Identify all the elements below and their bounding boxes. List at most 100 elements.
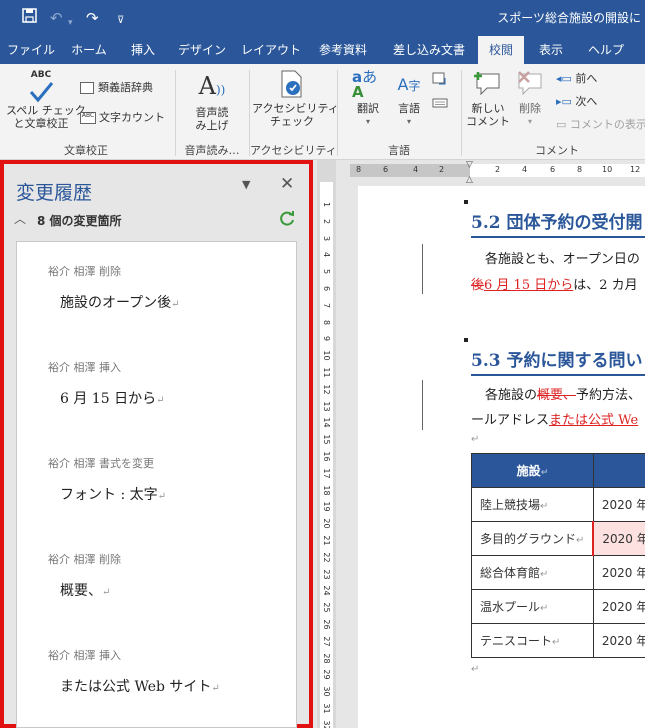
paragraph-mark-icon: ↵ <box>156 395 165 406</box>
ruler-number: 8 <box>322 319 331 325</box>
tab-layout[interactable]: レイアウト <box>240 36 302 64</box>
accessibility-icon <box>252 70 332 102</box>
ruler-number: 29 <box>322 669 331 680</box>
ruler-number: 10 <box>322 350 331 361</box>
translate-icon: aあ A <box>352 68 378 101</box>
read-aloud-icon: A)) <box>198 72 226 100</box>
ruler-number: 15 <box>322 434 331 445</box>
ruler-number: 6 <box>322 285 331 292</box>
revision-author-action: 裕介 相澤 挿入 <box>48 361 121 374</box>
indent-marker-icon[interactable]: ▽ <box>466 160 473 170</box>
ruler-number: 8 <box>577 165 583 174</box>
ruler-number: 3 <box>322 235 331 241</box>
ruler-number: 12 <box>630 165 641 174</box>
read-aloud-label-2: み上げ <box>195 119 229 132</box>
thesaurus-button[interactable]: 類義語辞典 <box>80 81 153 95</box>
next-comment-button[interactable]: ▸▭ 次へ <box>556 95 597 109</box>
ruler-number: 7 <box>322 302 331 308</box>
translate-button[interactable]: aあ A 翻訳 ▾ <box>348 70 388 128</box>
revision-item[interactable]: 裕介 相澤 削除 施設のオープン後↵ <box>17 263 296 351</box>
ruler-number: 31 <box>322 703 331 714</box>
hanging-indent-icon[interactable]: △ <box>466 175 473 185</box>
tab-review[interactable]: 校閲 <box>478 36 524 64</box>
document-page[interactable]: 5.2 団体予約の受付開 各施設とも、オープン日の 後6 月 15 日からは、2… <box>358 186 645 728</box>
read-aloud-button[interactable]: A)) 音声読 み上げ <box>184 70 240 132</box>
table-cell[interactable]: 温水プール↵ <box>471 589 594 624</box>
table-header-cell: 施設↵ <box>471 453 594 488</box>
accessibility-check-button[interactable]: アクセシビリティ チェック <box>252 70 339 128</box>
table-row[interactable]: テニスコート↵ 2020 年 <box>471 623 645 658</box>
paragraph-mark-icon: ↵ <box>211 683 220 694</box>
customize-toolbar-icon[interactable]: ⊽ <box>117 11 124 31</box>
revision-text: 施設のオープン後↵ <box>60 295 180 311</box>
revision-item[interactable]: 裕介 相澤 挿入 または公式 Web サイト↵ <box>17 647 296 727</box>
tab-home[interactable]: ホーム <box>62 36 116 64</box>
tab-view[interactable]: 表示 <box>528 36 574 64</box>
thesaurus-label: 類義語辞典 <box>98 81 153 94</box>
revision-count: 8 個の変更箇所 <box>37 214 122 228</box>
undo-icon[interactable]: ↶ <box>50 8 63 28</box>
revision-item[interactable]: 裕介 相澤 書式を変更 フォント : 太字↵ <box>17 455 296 543</box>
ruler-number: 8 <box>356 165 362 174</box>
paragraph-mark-icon: ↵ <box>102 587 111 598</box>
save-icon[interactable] <box>22 8 37 28</box>
table-cell[interactable]: 2020 年 <box>592 487 645 522</box>
ruler-number: 30 <box>322 686 331 697</box>
table-row[interactable]: 総合体育館↵ 2020 年 <box>471 555 645 590</box>
table-row[interactable]: 陸上競技場↵ 2020 年 <box>471 487 645 522</box>
tab-design[interactable]: デザイン <box>172 36 232 64</box>
previous-comment-button[interactable]: ◂▭ 前へ <box>556 72 597 86</box>
tab-file[interactable]: ファイル <box>4 36 58 64</box>
table-cell[interactable]: 2020 年 <box>592 623 645 658</box>
table-header-row: 施設↵ <box>471 453 645 488</box>
pane-options-icon[interactable]: ▼ <box>242 178 250 191</box>
keyboard-icon[interactable] <box>432 94 448 113</box>
group-comments-label: コメント <box>535 144 579 157</box>
revision-item[interactable]: 裕介 相澤 削除 概要、↵ <box>17 551 296 639</box>
deleted-text: 後 <box>471 278 485 293</box>
facility-table[interactable]: 施設↵ 陸上競技場↵ 2020 年 多目的グラウンド↵ 2020 年 総合体育館… <box>471 453 645 658</box>
table-cell[interactable]: 総合体育館↵ <box>471 555 594 590</box>
new-comment-button[interactable]: 新しい コメント <box>466 70 510 128</box>
collapse-icon[interactable]: ︿ <box>14 210 26 227</box>
table-cell[interactable]: テニスコート↵ <box>471 623 594 658</box>
inserted-text: 6 月 15 日から <box>484 278 574 293</box>
new-comment-icon <box>466 70 510 102</box>
ruler-number: 23 <box>322 569 331 580</box>
read-aloud-label-1: 音声読 <box>195 106 229 119</box>
ruler-number: 19 <box>322 501 331 512</box>
close-icon[interactable]: ✕ <box>280 174 294 194</box>
word-count-button[interactable]: ABC 文字カウント <box>80 111 165 125</box>
table-cell[interactable]: 陸上競技場↵ <box>471 487 594 522</box>
ruler-number: 6 <box>383 165 389 174</box>
word-count-label: 文字カウント <box>99 111 165 124</box>
table-cell[interactable]: 多目的グラウンド↵ <box>471 521 594 556</box>
show-comments-button[interactable]: ▭ コメントの表示 <box>556 118 645 132</box>
tab-references[interactable]: 参考資料 <box>312 36 374 64</box>
refresh-icon[interactable] <box>278 209 296 231</box>
group-proofing-label: 文章校正 <box>64 144 108 157</box>
redo-icon[interactable]: ↷ <box>86 8 99 28</box>
tab-mailings[interactable]: 差し込み文書 <box>386 36 472 64</box>
revision-item[interactable]: 裕介 相澤 挿入 6 月 15 日から↵ <box>17 359 296 447</box>
previous-label: 前へ <box>575 72 598 85</box>
delete-comment-button[interactable]: 削除 ▾ <box>512 70 548 128</box>
table-cell[interactable]: 2020 年 <box>592 555 645 590</box>
previous-comment-icon: ◂▭ <box>556 72 572 85</box>
checkmark-icon <box>6 80 76 104</box>
undo-dropdown-icon[interactable]: ▾ <box>68 13 73 33</box>
table-row[interactable]: 温水プール↵ 2020 年 <box>471 589 645 624</box>
table-cell[interactable]: 2020 年 <box>592 589 645 624</box>
ribbon-tabs: ファイル ホーム 挿入 デザイン レイアウト 参考資料 差し込み文書 校閲 表示… <box>0 36 645 64</box>
tab-insert[interactable]: 挿入 <box>120 36 166 64</box>
revision-list[interactable]: 裕介 相澤 削除 施設のオープン後↵ 裕介 相澤 挿入 6 月 15 日から↵ … <box>16 241 297 728</box>
language-button[interactable]: A字 言語 ▾ <box>390 70 428 128</box>
body-text: ールアドレスまたは公式 We <box>471 413 639 428</box>
table-row[interactable]: 多目的グラウンド↵ 2020 年 <box>471 521 645 556</box>
table-cell[interactable]: 2020 年 <box>592 521 645 556</box>
spell-check-button[interactable]: ABC スペル チェック と文章校正 <box>6 70 86 130</box>
ime-dictionary-icon[interactable] <box>432 70 448 90</box>
tab-help[interactable]: ヘルプ <box>582 36 630 64</box>
ruler-number: 11 <box>322 367 331 378</box>
change-bar <box>422 244 423 294</box>
